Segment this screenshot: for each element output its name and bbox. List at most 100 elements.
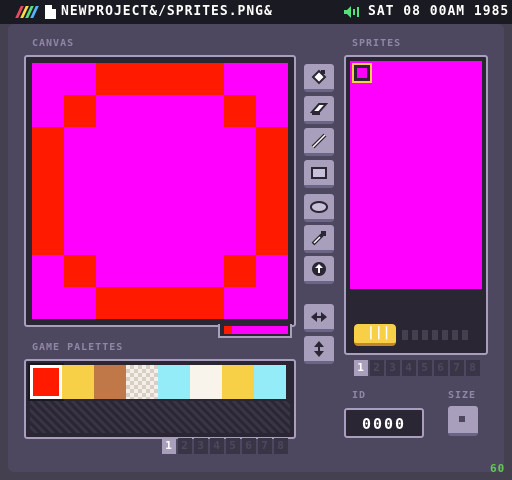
canvas-pixel[interactable] (64, 191, 96, 223)
palette-page-tab[interactable]: 6 (242, 438, 256, 454)
pencil-button[interactable] (304, 128, 334, 156)
canvas-pixel[interactable] (128, 63, 160, 95)
canvas-pixel[interactable] (96, 159, 128, 191)
canvas-pixel[interactable] (224, 127, 256, 159)
canvas-pixel[interactable] (160, 191, 192, 223)
canvas-pixel[interactable] (160, 159, 192, 191)
palette-page-tab[interactable]: 5 (226, 438, 240, 454)
canvas-pixel[interactable] (224, 287, 256, 319)
canvas-pixel[interactable] (160, 63, 192, 95)
palette-page-tab[interactable]: 2 (178, 438, 192, 454)
palette-swatch[interactable] (254, 365, 286, 399)
canvas-pixel[interactable] (64, 127, 96, 159)
palette-page-tab[interactable]: 3 (194, 438, 208, 454)
palette-swatch[interactable] (94, 365, 126, 399)
canvas-pixel[interactable] (192, 63, 224, 95)
sprite-page-tab[interactable]: 2 (370, 360, 384, 376)
canvas-pixel[interactable] (256, 191, 288, 223)
sprite-page-tab[interactable]: 7 (450, 360, 464, 376)
canvas-pixel[interactable] (96, 127, 128, 159)
scroll-thumb[interactable] (354, 324, 396, 346)
canvas-pixel[interactable] (224, 63, 256, 95)
palette-swatch[interactable] (158, 365, 190, 399)
palette-swatch[interactable] (190, 365, 222, 399)
sprite-page-tab[interactable]: 8 (466, 360, 480, 376)
canvas-pixel[interactable] (224, 223, 256, 255)
canvas-pixel[interactable] (256, 223, 288, 255)
canvas-pixel[interactable] (32, 191, 64, 223)
sprite-id-field[interactable]: 0000 (344, 408, 424, 438)
canvas-pixel[interactable] (160, 95, 192, 127)
canvas-pixel[interactable] (256, 287, 288, 319)
canvas-pixel[interactable] (64, 63, 96, 95)
canvas-pixel[interactable] (32, 223, 64, 255)
canvas-pixel[interactable] (96, 287, 128, 319)
canvas-pixel[interactable] (160, 127, 192, 159)
palette-swatch[interactable] (28, 363, 64, 401)
canvas-pixel[interactable] (256, 127, 288, 159)
canvas-pixel[interactable] (160, 255, 192, 287)
canvas-pixel[interactable] (64, 287, 96, 319)
canvas-pixel[interactable] (128, 127, 160, 159)
sprite-page-tab[interactable]: 6 (434, 360, 448, 376)
canvas-pixel[interactable] (224, 191, 256, 223)
eraser-button[interactable] (304, 96, 334, 124)
canvas-pixel[interactable] (128, 287, 160, 319)
canvas-pixel[interactable] (160, 287, 192, 319)
canvas-pixel[interactable] (32, 127, 64, 159)
canvas-pixel[interactable] (160, 223, 192, 255)
sprite-page-tab[interactable]: 3 (386, 360, 400, 376)
canvas-pixel[interactable] (224, 95, 256, 127)
canvas-pixel[interactable] (64, 159, 96, 191)
flip-vertical-button[interactable] (304, 336, 334, 364)
canvas-pixel[interactable] (128, 255, 160, 287)
canvas-pixel[interactable] (128, 159, 160, 191)
size-button[interactable] (448, 406, 478, 436)
canvas-pixel[interactable] (192, 223, 224, 255)
eyedropper-button[interactable] (304, 225, 334, 253)
selected-sprite[interactable] (352, 63, 372, 83)
canvas-pixel[interactable] (256, 159, 288, 191)
canvas-pixel[interactable] (256, 255, 288, 287)
canvas-pixel[interactable] (192, 287, 224, 319)
canvas-pixel[interactable] (96, 63, 128, 95)
fill-tool-button[interactable] (304, 64, 334, 92)
canvas-pixel[interactable] (32, 63, 64, 95)
sprite-scrollbar[interactable] (350, 321, 482, 349)
rectangle-button[interactable] (304, 160, 334, 188)
canvas-pixel[interactable] (192, 191, 224, 223)
canvas-pixel[interactable] (32, 287, 64, 319)
palette-swatch[interactable] (126, 365, 158, 399)
shift-button[interactable] (304, 256, 334, 284)
canvas-pixel[interactable] (32, 255, 64, 287)
speaker-icon[interactable] (344, 6, 360, 18)
canvas-pixel[interactable] (256, 95, 288, 127)
canvas-pixel[interactable] (192, 255, 224, 287)
canvas-pixel[interactable] (128, 223, 160, 255)
sprite-page-tab[interactable]: 5 (418, 360, 432, 376)
canvas-pixel[interactable] (192, 127, 224, 159)
canvas-pixel[interactable] (224, 159, 256, 191)
palette-swatch[interactable] (62, 365, 94, 399)
palette-page-tab[interactable]: 1 (162, 438, 176, 454)
canvas-pixel[interactable] (64, 223, 96, 255)
canvas-grid[interactable] (32, 63, 288, 319)
sprite-page-tab[interactable]: 1 (354, 360, 368, 376)
palette-page-tab[interactable]: 4 (210, 438, 224, 454)
canvas-pixel[interactable] (96, 191, 128, 223)
sprite-sheet[interactable] (350, 61, 482, 289)
ellipse-button[interactable] (304, 194, 334, 222)
canvas-pixel[interactable] (96, 95, 128, 127)
palette-swatch[interactable] (222, 365, 254, 399)
palette-page-tab[interactable]: 7 (258, 438, 272, 454)
canvas-pixel[interactable] (192, 159, 224, 191)
canvas-pixel[interactable] (96, 255, 128, 287)
sprite-page-tab[interactable]: 4 (402, 360, 416, 376)
canvas-pixel[interactable] (128, 191, 160, 223)
logo-icon[interactable] (15, 6, 39, 18)
canvas-pixel[interactable] (128, 95, 160, 127)
canvas-pixel[interactable] (256, 63, 288, 95)
canvas-pixel[interactable] (32, 95, 64, 127)
canvas-pixel[interactable] (192, 95, 224, 127)
canvas-pixel[interactable] (64, 95, 96, 127)
